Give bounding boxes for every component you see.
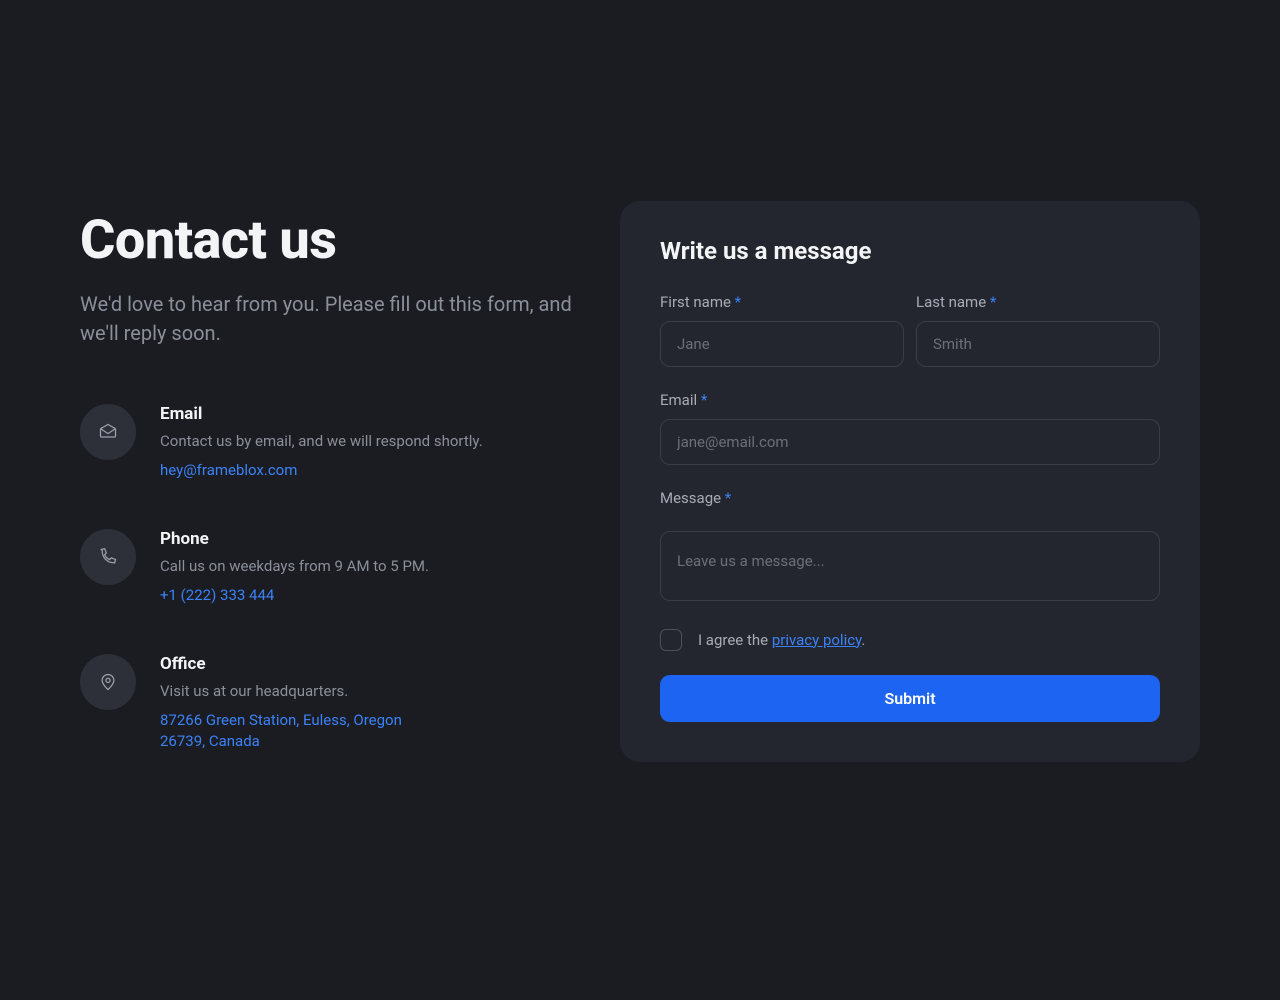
page-title: Contact us (80, 209, 572, 272)
message-label-text: Message (660, 489, 725, 507)
info-item-email: Email Contact us by email, and we will r… (80, 404, 572, 481)
last-name-input[interactable] (916, 321, 1160, 367)
info-item-phone: Phone Call us on weekdays from 9 AM to 5… (80, 529, 572, 606)
email-label: Email * (660, 391, 1160, 409)
message-label: Message * (660, 489, 1160, 507)
email-input[interactable] (660, 419, 1160, 465)
message-field: Message * (660, 489, 1160, 601)
consent-row: I agree the privacy policy. (660, 629, 1160, 651)
required-mark: * (990, 293, 996, 311)
required-mark: * (701, 391, 707, 409)
info-heading-email: Email (160, 404, 483, 424)
info-heading-phone: Phone (160, 529, 429, 549)
form-title: Write us a message (660, 237, 1160, 265)
consent-text: I agree the privacy policy. (698, 631, 865, 649)
privacy-policy-link[interactable]: privacy policy (772, 631, 862, 649)
info-desc-office: Visit us at our headquarters. (160, 682, 420, 700)
last-name-field: Last name * (916, 293, 1160, 367)
privacy-checkbox[interactable] (660, 629, 682, 651)
page-subtitle: We'd love to hear from you. Please fill … (80, 290, 572, 348)
consent-suffix: . (861, 631, 865, 649)
required-mark: * (725, 489, 731, 507)
first-name-label: First name * (660, 293, 904, 311)
email-link[interactable]: hey@frameblox.com (160, 460, 297, 481)
email-field: Email * (660, 391, 1160, 465)
phone-icon (80, 529, 136, 585)
email-label-text: Email (660, 391, 701, 409)
info-item-office: Office Visit us at our headquarters. 872… (80, 654, 572, 752)
required-mark: * (735, 293, 741, 311)
address-link[interactable]: 87266 Green Station, Euless, Oregon 2673… (160, 710, 420, 752)
first-name-field: First name * (660, 293, 904, 367)
phone-link[interactable]: +1 (222) 333 444 (160, 585, 274, 606)
info-desc-phone: Call us on weekdays from 9 AM to 5 PM. (160, 557, 429, 575)
map-pin-icon (80, 654, 136, 710)
first-name-input[interactable] (660, 321, 904, 367)
envelope-icon (80, 404, 136, 460)
message-textarea[interactable] (660, 531, 1160, 601)
info-desc-email: Contact us by email, and we will respond… (160, 432, 483, 450)
consent-prefix: I agree the (698, 631, 772, 649)
contact-info-column: Contact us We'd love to hear from you. P… (80, 201, 572, 800)
contact-form-card: Write us a message First name * Last nam… (620, 201, 1200, 762)
last-name-label-text: Last name (916, 293, 990, 311)
info-heading-office: Office (160, 654, 420, 674)
first-name-label-text: First name (660, 293, 735, 311)
last-name-label: Last name * (916, 293, 1160, 311)
submit-button[interactable]: Submit (660, 675, 1160, 722)
